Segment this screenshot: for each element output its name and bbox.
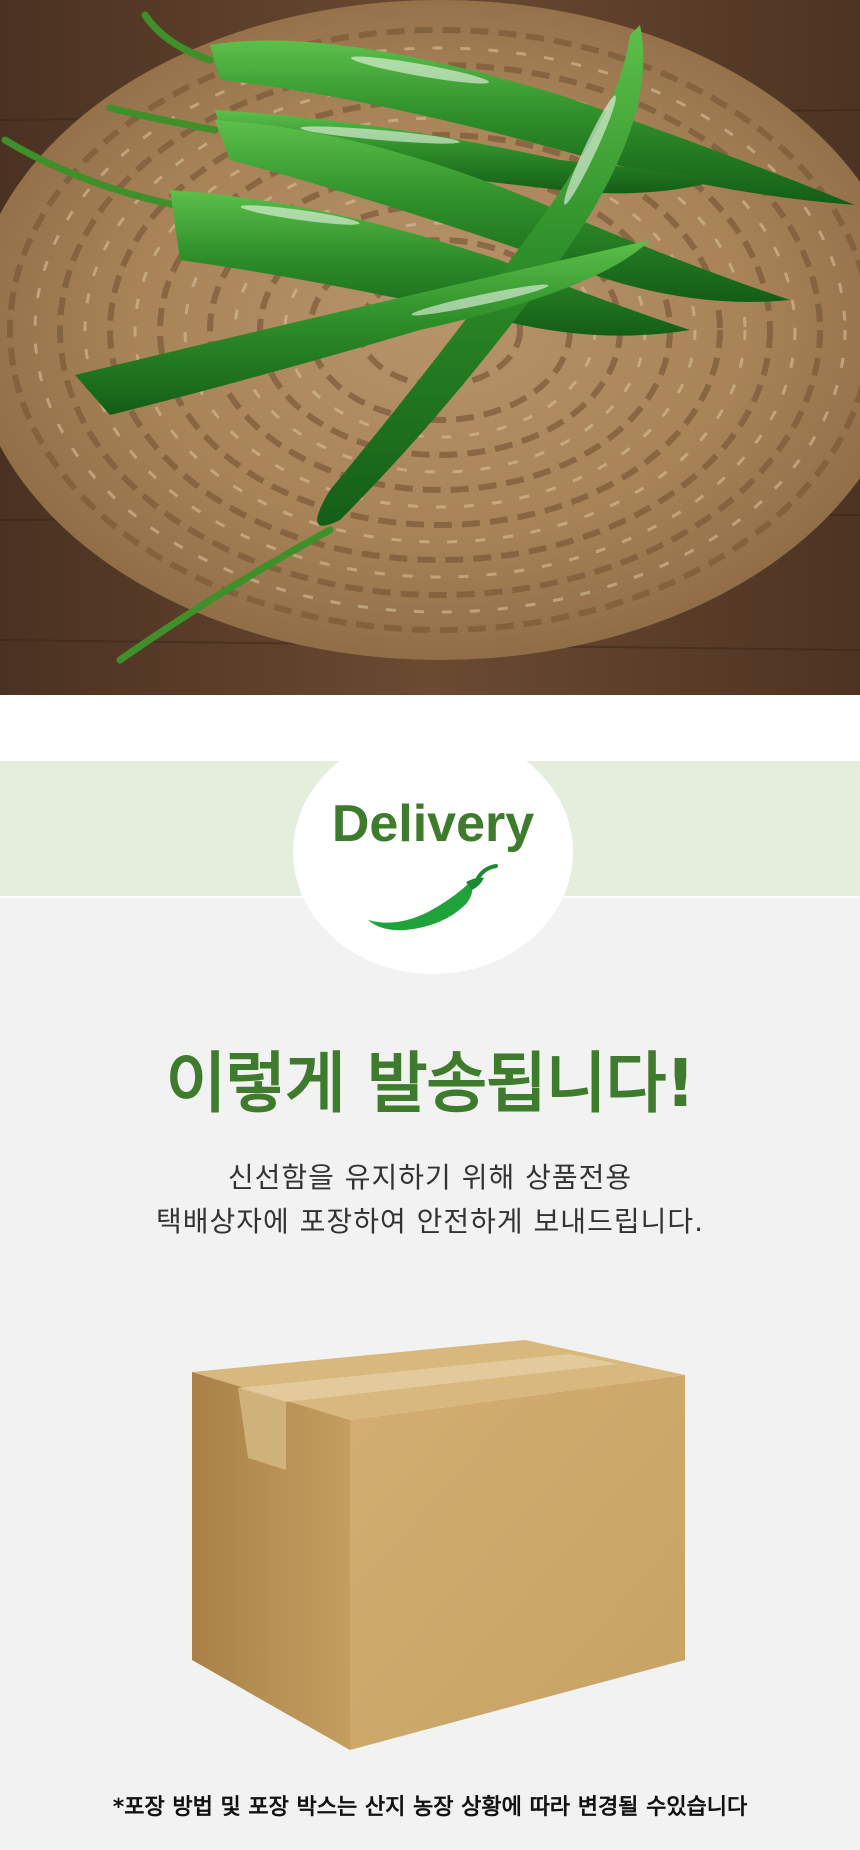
chili-pepper-icon	[368, 864, 498, 931]
page-headline: 이렇게 발송됩니다!	[165, 1045, 696, 1122]
delivery-badge-title: Delivery	[331, 795, 535, 853]
description-line-2: 택배상자에 포장하여 안전하게 보내드립니다.	[155, 1205, 705, 1238]
green-chili-peppers-illustration	[0, 0, 860, 695]
cardboard-box-icon	[192, 1340, 685, 1750]
description-line-1: 신선함을 유지하기 위해 상품전용	[227, 1161, 633, 1194]
packaging-notice: *포장 방법 및 포장 박스는 산지 농장 상황에 따라 변경될 수있습니다	[112, 1795, 748, 1820]
hero-pepper-photo	[0, 0, 860, 695]
